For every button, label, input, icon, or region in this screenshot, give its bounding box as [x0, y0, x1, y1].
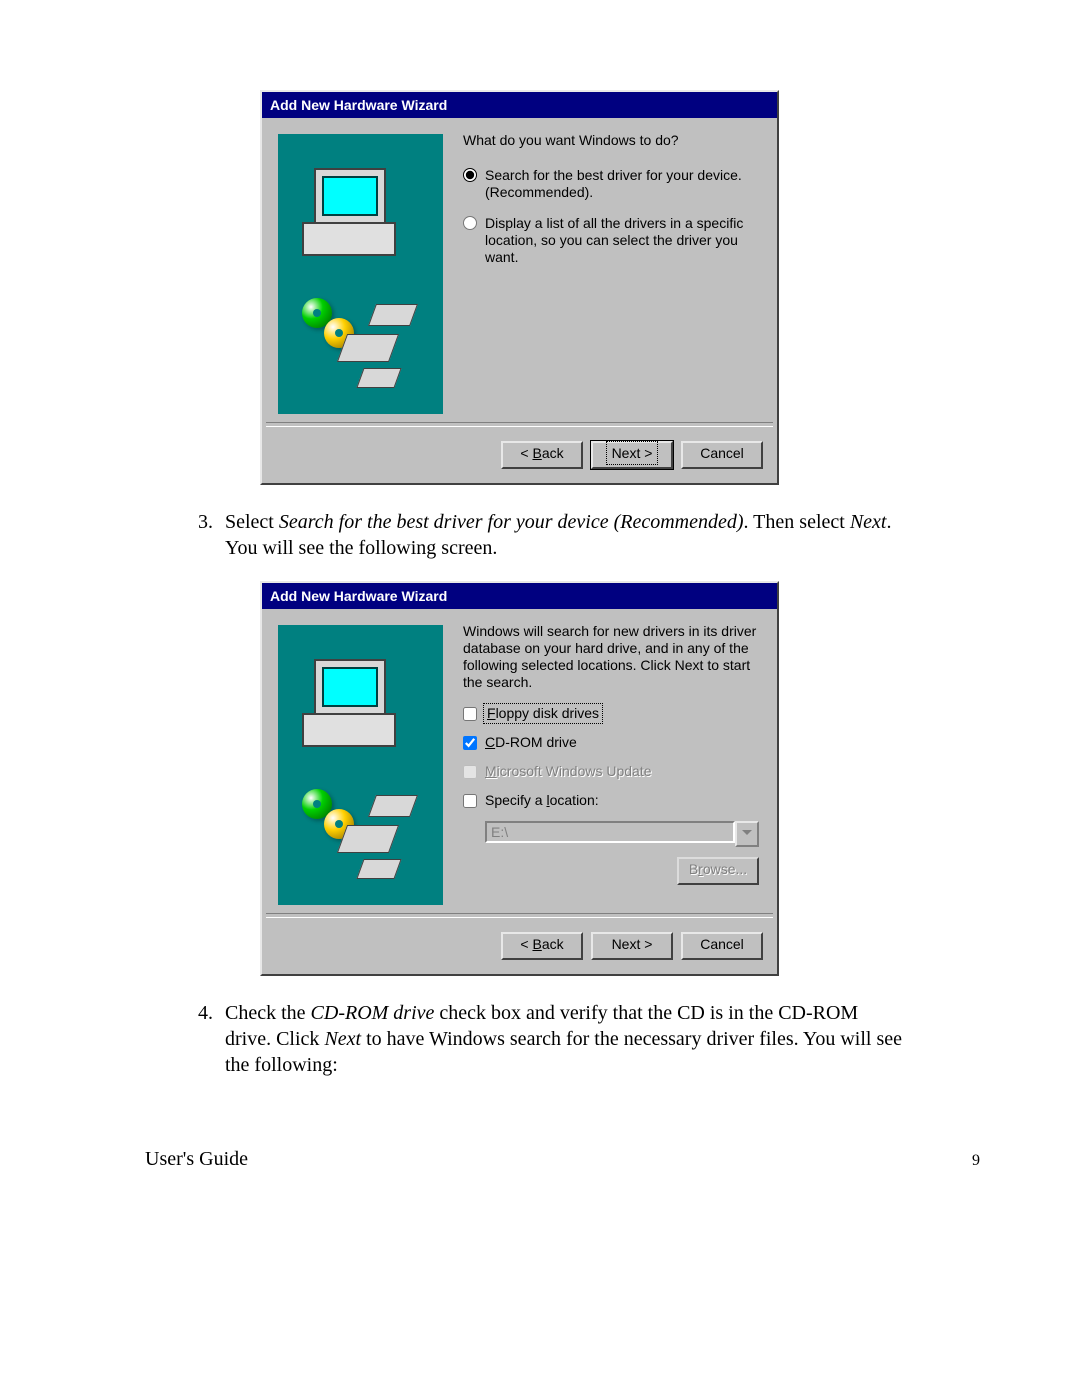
next-button[interactable]: Next >: [591, 441, 673, 469]
dialog-title: Add New Hardware Wizard: [262, 583, 777, 609]
checkbox-floppy-drives[interactable]: Floppy disk drives: [463, 705, 759, 722]
checkbox-specify-location[interactable]: Specify a location:: [463, 792, 759, 809]
wizard-illustration: [278, 625, 443, 905]
location-row: [485, 821, 759, 847]
checkbox-windows-update: Microsoft Windows Update: [463, 763, 759, 780]
dialog-title: Add New Hardware Wizard: [262, 92, 777, 118]
radio-label: Display a list of all the drivers in a s…: [485, 215, 759, 266]
add-new-hardware-dialog-1: Add New Hardware Wizard What do you want…: [260, 90, 779, 485]
radio-input[interactable]: [463, 216, 477, 230]
back-button[interactable]: < Back: [501, 441, 583, 469]
back-button[interactable]: < Back: [501, 932, 583, 960]
page-footer: User's Guide 9: [145, 1148, 980, 1171]
next-button[interactable]: Next >: [591, 932, 673, 960]
footer-left: User's Guide: [145, 1148, 248, 1171]
radio-display-list[interactable]: Display a list of all the drivers in a s…: [463, 215, 759, 266]
browse-button: Browse...: [677, 857, 759, 885]
checkbox-cdrom-drive[interactable]: CD-ROM drive: [463, 734, 759, 751]
add-new-hardware-dialog-2: Add New Hardware Wizard Windows will sea…: [260, 581, 779, 976]
radio-input[interactable]: [463, 168, 477, 182]
instruction-step-4: 4. Check the CD-ROM drive check box and …: [185, 1000, 905, 1078]
wizard-description: Windows will search for new drivers in i…: [463, 623, 759, 691]
instruction-step-3: 3. Select Search for the best driver for…: [185, 509, 905, 561]
checkbox-input[interactable]: [463, 707, 477, 721]
page-number: 9: [972, 1152, 980, 1170]
wizard-question: What do you want Windows to do?: [463, 132, 759, 149]
radio-search-best-driver[interactable]: Search for the best driver for your devi…: [463, 167, 759, 201]
radio-label: Search for the best driver for your devi…: [485, 167, 759, 201]
separator: [266, 913, 773, 918]
checkbox-input[interactable]: [463, 794, 477, 808]
cancel-button[interactable]: Cancel: [681, 932, 763, 960]
separator: [266, 422, 773, 427]
location-input: [485, 821, 735, 843]
wizard-illustration: [278, 134, 443, 414]
checkbox-input: [463, 765, 477, 779]
cancel-button[interactable]: Cancel: [681, 441, 763, 469]
dropdown-icon: [735, 821, 759, 847]
checkbox-input[interactable]: [463, 736, 477, 750]
